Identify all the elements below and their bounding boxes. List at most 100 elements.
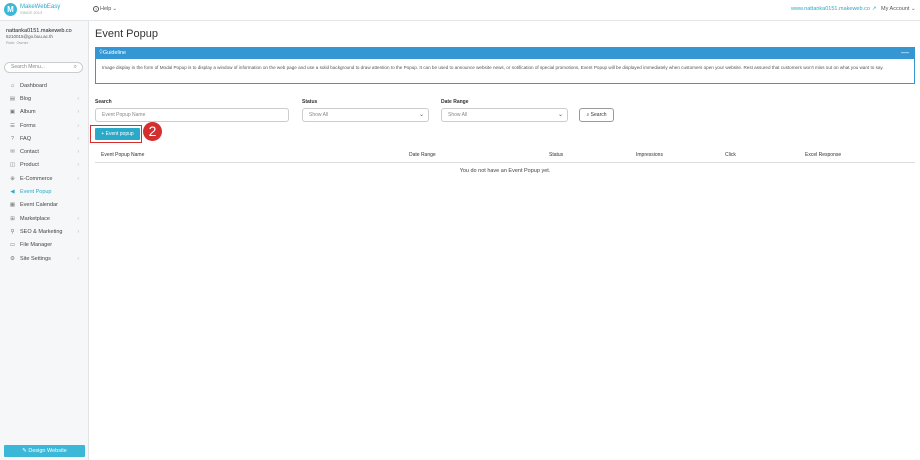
chevron-down-icon: ⌄ (910, 6, 916, 12)
chevron-right-icon: › (77, 149, 79, 156)
guideline-header[interactable]: 💡︎ Guideline — (96, 48, 914, 59)
sidebar-item-contact[interactable]: ✉ Contact › (0, 145, 89, 158)
chevron-right-icon: › (77, 109, 79, 116)
site-link[interactable]: www.nattanka0151.makeweb.co ↗ (791, 6, 877, 12)
folder-icon: ▭ (9, 242, 16, 249)
sidebar-item-label: Forms (20, 122, 36, 129)
calendar-icon: ▦ (9, 202, 16, 209)
blog-icon: ▤ (9, 95, 16, 102)
logo-name: MakeWebEasy (20, 3, 61, 10)
search-label: Search (95, 99, 112, 105)
sidebar-item-label: Blog (20, 95, 32, 102)
column-header: Impressions (636, 152, 663, 158)
column-header: Excel Response (805, 152, 842, 158)
sidebar: nattanka0151.makeweb.co 6210015@go.buu.a… (0, 21, 89, 460)
sidebar-item-label: Album (20, 109, 36, 116)
account-label: My Account (881, 6, 910, 12)
sidebar-item-label: Marketplace (20, 215, 50, 222)
status-label: Status (302, 99, 318, 105)
sidebar-item-marketplace[interactable]: ⊞ Marketplace › (0, 212, 89, 225)
pencil-icon: ✎ (22, 448, 27, 454)
guideline-text: Image display in the form of Modal Popup… (102, 65, 884, 70)
column-header: Event Popup Name (101, 152, 145, 158)
faq-icon: ? (10, 135, 15, 142)
page-title: Event Popup (95, 28, 158, 40)
sidebar-item-label: Event Popup (20, 189, 52, 196)
guideline-panel: 💡︎ Guideline — Image display in the form… (95, 47, 915, 84)
status-select[interactable]: Show All ⌄ (302, 108, 429, 122)
search-button[interactable]: ⌕ Search (579, 108, 614, 122)
chevron-down-icon: ⌄ (557, 112, 563, 118)
sidebar-item-dashboard[interactable]: ⌂ Dashboard (0, 79, 89, 92)
megaphone-icon: ◀ (10, 189, 15, 196)
marketplace-icon: ⊞ (10, 215, 15, 222)
search-button-label: Search (590, 112, 607, 118)
sidebar-item-e-commerce[interactable]: ⊕ E-Commerce › (0, 172, 89, 185)
site-link-label: www.nattanka0151.makeweb.co (791, 6, 870, 12)
design-website-label: Design Website (28, 448, 67, 454)
step-badge: 2 (143, 122, 162, 141)
table-header: Event Popup Name Date Range Status Impre… (95, 149, 915, 163)
chevron-right-icon: › (77, 122, 79, 129)
user-info: nattanka0151.makeweb.co 6210015@go.buu.a… (0, 21, 88, 46)
event-name-input[interactable]: Event Popup Name (95, 108, 289, 122)
column-header: Status (549, 152, 564, 158)
help-label: Help (100, 6, 112, 12)
date-range-label: Date Range (441, 99, 469, 105)
top-bar: M MakeWebEasy SINCE 2013 ? Help ⌄ www.na… (0, 0, 920, 21)
chevron-down-icon: ⌄ (112, 6, 117, 12)
sidebar-item-label: FAQ (20, 135, 32, 142)
sidebar-item-blog[interactable]: ▤ Blog › (0, 92, 89, 105)
chevron-right-icon: › (77, 255, 79, 262)
chevron-right-icon: › (77, 162, 79, 169)
contact-icon: ✉ (10, 149, 15, 156)
help-menu[interactable]: ? Help ⌄ (93, 6, 117, 12)
sidebar-item-label: Product (20, 162, 39, 169)
collapse-icon[interactable]: — (901, 48, 909, 58)
account-menu[interactable]: My Account ⌄ (881, 6, 916, 12)
sidebar-item-file-manager[interactable]: ▭ File Manager (0, 239, 89, 252)
empty-state-text: You do not have an Event Popup yet. (459, 168, 551, 174)
sidebar-menu: ⌂ Dashboard ▤ Blog › ▣ Album › ☰ Forms ›? FAQ › ✉ Cont… (0, 79, 89, 265)
chevron-right-icon: › (77, 215, 79, 222)
chevron-right-icon: › (77, 228, 79, 235)
chevron-right-icon: › (77, 175, 79, 182)
chevron-down-icon: ⌄ (418, 112, 424, 118)
sidebar-item-album[interactable]: ▣ Album › (0, 106, 89, 119)
gear-icon: ⚙ (10, 255, 15, 262)
sidebar-item-faq[interactable]: ? FAQ › (0, 132, 89, 145)
sidebar-item-label: Dashboard (20, 82, 47, 89)
external-link-icon: ↗ (871, 6, 877, 12)
question-icon: ? (93, 6, 99, 12)
seo-icon: ⚲ (10, 228, 15, 235)
logo-since: SINCE 2013 (20, 9, 43, 15)
dashboard-icon: ⌂ (10, 82, 15, 89)
sidebar-item-label: SEO & Marketing (20, 228, 63, 235)
sidebar-item-forms[interactable]: ☰ Forms › (0, 119, 89, 132)
sidebar-item-label: Event Calendar (20, 202, 58, 209)
design-website-button[interactable]: ✎ Design Website (4, 445, 85, 457)
sidebar-item-label: File Manager (20, 242, 53, 249)
guideline-title: Guideline (102, 50, 127, 56)
sidebar-item-event-popup[interactable]: ◀ Event Popup (0, 185, 89, 198)
search-menu-placeholder: Search Menu... (11, 64, 45, 70)
search-icon: ⌕ (586, 112, 590, 118)
main-content: Event Popup 💡︎ Guideline — Image display… (89, 21, 920, 460)
add-event-popup-button[interactable]: + Event popup (95, 128, 140, 140)
sidebar-item-event-calendar[interactable]: ▦ Event Calendar (0, 199, 89, 212)
logo-mark-icon: M (4, 3, 17, 16)
column-header: Date Range (409, 152, 436, 158)
date-range-value: Show All (448, 112, 468, 118)
date-range-select[interactable]: Show All ⌄ (441, 108, 568, 122)
forms-icon: ☰ (10, 122, 15, 129)
cart-icon: ⊕ (10, 175, 15, 182)
chevron-right-icon: › (77, 95, 79, 102)
sidebar-item-label: Contact (20, 149, 39, 156)
sidebar-item-seo-marketing[interactable]: ⚲ SEO & Marketing › (0, 225, 89, 238)
search-menu-input[interactable]: Search Menu... ⌕ (4, 62, 83, 73)
sidebar-item-site-settings[interactable]: ⚙ Site Settings › (0, 252, 89, 265)
logo[interactable]: M MakeWebEasy SINCE 2013 (4, 3, 60, 16)
sidebar-item-label: Site Settings (20, 255, 51, 262)
sidebar-item-product[interactable]: ◫ Product › (0, 159, 89, 172)
search-icon: ⌕ (73, 64, 77, 70)
